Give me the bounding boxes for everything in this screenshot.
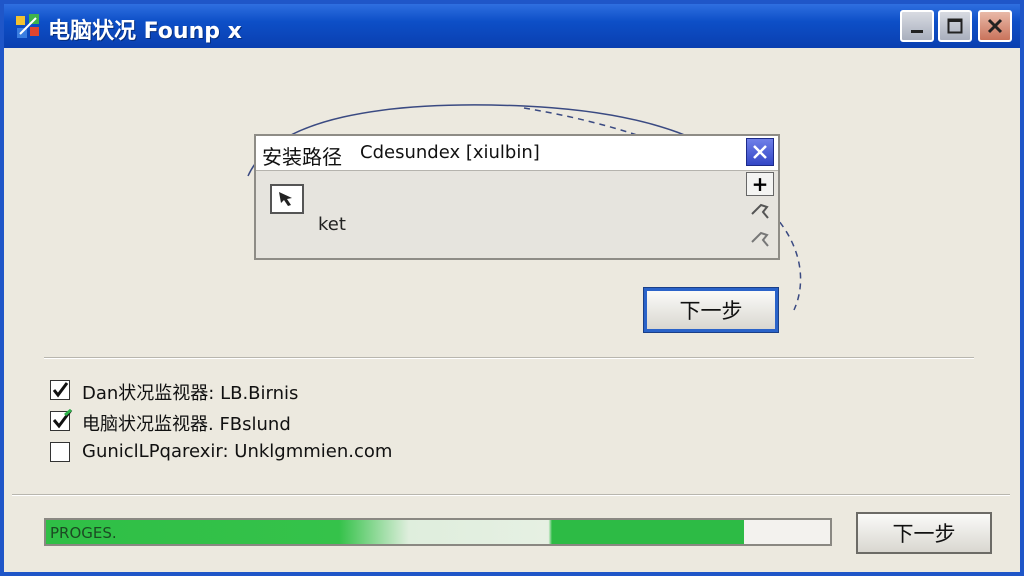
title-bar[interactable]: 电脑状况 Founp x — [4, 4, 1020, 48]
checkmark-icon — [52, 382, 69, 398]
pin-icon[interactable] — [746, 226, 774, 250]
minimize-icon — [911, 30, 923, 33]
divider — [44, 357, 974, 359]
panel-close-button[interactable] — [746, 138, 774, 166]
install-path-label: 安装路径 — [262, 145, 342, 169]
divider-bottom — [12, 494, 1010, 496]
option-2-label: 电脑状况监视器. FBslund — [82, 414, 291, 435]
progress-bar: PROGES. — [44, 518, 832, 546]
progress-label: PROGES. — [50, 524, 117, 542]
minimize-button[interactable] — [900, 10, 934, 42]
add-button[interactable]: + — [746, 172, 774, 196]
checkbox-1[interactable] — [50, 380, 70, 400]
install-path-panel: 安装路径 Cdesundex [xiulbin] ket + — [254, 134, 780, 260]
next-button[interactable]: 下一步 — [643, 287, 779, 333]
install-path-header: 安装路径 Cdesundex [xiulbin] — [256, 136, 778, 171]
option-1-label: Dan状况监视器: LB.Birnis — [82, 383, 299, 404]
option-3-label: GuniclLPqarexir: Unklgmmien.com — [82, 441, 393, 462]
item-label: ket — [318, 214, 346, 235]
progress-fill — [46, 520, 744, 544]
checkbox-3[interactable] — [50, 442, 70, 462]
drag-path-decoration — [247, 104, 802, 311]
checkmark-icon — [52, 409, 73, 429]
window-title: 电脑状况 Founp x — [48, 19, 242, 44]
close-icon — [753, 145, 767, 159]
checkbox-2[interactable] — [50, 409, 73, 431]
pin-icon[interactable] — [746, 198, 774, 222]
folder-cursor-icon[interactable] — [270, 184, 304, 214]
client-area: 安装路径 Cdesundex [xiulbin] ket + 下一步 Dan状况… — [4, 48, 1020, 572]
maximize-icon — [947, 18, 963, 34]
installer-window: 电脑状况 Founp x 安装路径 Cdesundex [xiulbin] ke… — [0, 0, 1024, 576]
close-icon — [987, 18, 1003, 34]
maximize-button[interactable] — [938, 10, 972, 42]
close-button[interactable] — [978, 10, 1012, 42]
install-path-value[interactable]: Cdesundex [xiulbin] — [360, 142, 540, 163]
app-icon — [16, 14, 39, 38]
next-button-bottom[interactable]: 下一步 — [856, 512, 992, 554]
